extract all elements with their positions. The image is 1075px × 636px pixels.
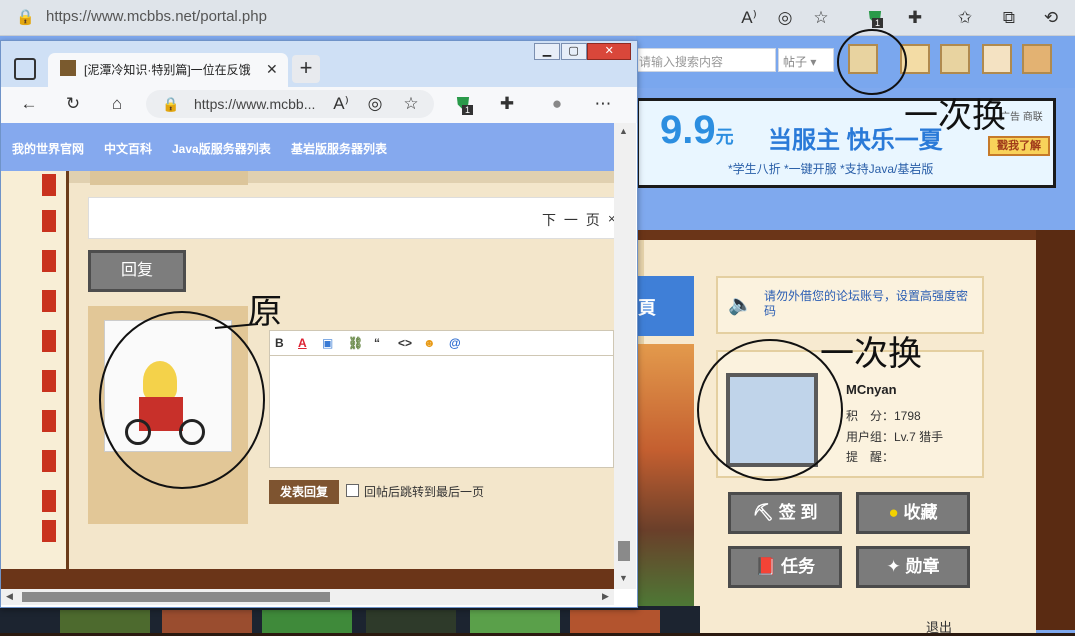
- annotation-swapped-top: 一次换: [904, 96, 1006, 136]
- annotation-circle-small-avatar: [837, 29, 907, 95]
- annotation-circle-original: [99, 311, 265, 489]
- annotation-original: 原: [248, 292, 282, 332]
- annotation-swapped-mid: 一次换: [820, 334, 922, 374]
